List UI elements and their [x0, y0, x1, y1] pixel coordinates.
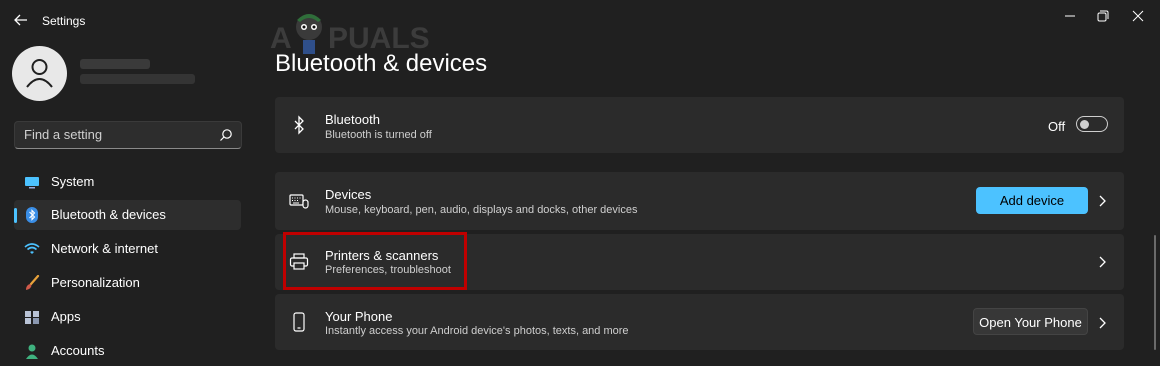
person-icon — [26, 59, 53, 88]
avatar[interactable] — [12, 46, 67, 101]
keyboard-mouse-icon — [289, 194, 309, 209]
sidebar-item-system[interactable]: System — [14, 167, 241, 197]
add-device-button[interactable]: Add device — [976, 187, 1088, 214]
close-icon[interactable] — [1128, 8, 1148, 24]
search-input[interactable]: Find a setting — [14, 121, 242, 149]
toggle-knob — [1080, 119, 1089, 129]
sidebar-item-label: Accounts — [51, 343, 105, 358]
bluetooth-icon — [26, 207, 38, 223]
phone-icon — [293, 312, 305, 332]
wifi-icon — [24, 243, 40, 254]
search-icon[interactable] — [219, 128, 233, 142]
open-your-phone-button[interactable]: Open Your Phone — [973, 308, 1088, 335]
bluetooth-icon — [294, 115, 304, 135]
sidebar-item-bluetooth-devices[interactable]: Bluetooth & devices — [14, 200, 241, 230]
profile-email-redacted — [80, 74, 195, 84]
chevron-right-icon — [1099, 256, 1106, 268]
sidebar-item-label: Apps — [51, 309, 81, 324]
bluetooth-toggle[interactable] — [1076, 116, 1108, 132]
monitor-icon — [25, 177, 39, 189]
apps-icon — [25, 311, 39, 324]
sidebar-item-accounts[interactable]: Accounts — [14, 336, 241, 366]
minimize-icon[interactable] — [1060, 8, 1080, 24]
bluetooth-card: Bluetooth Bluetooth is turned off Off — [275, 97, 1124, 153]
scrollbar[interactable] — [1154, 235, 1156, 350]
brush-icon — [26, 275, 40, 290]
appuals-watermark-logo: A PUALS — [270, 14, 430, 55]
your-phone-card[interactable]: Your Phone Instantly access your Android… — [275, 294, 1124, 350]
person-icon — [26, 344, 38, 359]
sidebar-item-label: Personalization — [51, 275, 140, 290]
sidebar-item-label: System — [51, 174, 95, 189]
sidebar-item-label: Network & internet — [51, 241, 158, 256]
back-arrow-icon[interactable] — [12, 11, 30, 29]
highlight-box — [283, 232, 467, 290]
card-title: Your Phone — [325, 309, 393, 324]
active-indicator — [14, 208, 17, 223]
search-placeholder: Find a setting — [24, 127, 103, 142]
page-title: Bluetooth & devices — [275, 50, 488, 77]
card-subtitle: Mouse, keyboard, pen, audio, displays an… — [325, 204, 638, 216]
card-subtitle: Bluetooth is turned off — [325, 129, 432, 141]
toggle-state-label: Off — [1048, 119, 1066, 134]
sidebar-item-personalization[interactable]: Personalization — [14, 268, 241, 298]
profile-name-redacted — [80, 59, 150, 69]
card-title: Devices — [325, 187, 372, 202]
restore-icon[interactable] — [1093, 8, 1113, 24]
card-subtitle: Instantly access your Android device's p… — [325, 325, 629, 337]
devices-card[interactable]: Devices Mouse, keyboard, pen, audio, dis… — [275, 172, 1124, 230]
chevron-right-icon — [1099, 195, 1106, 207]
sidebar-item-network[interactable]: Network & internet — [14, 234, 241, 264]
card-title: Bluetooth — [325, 112, 380, 127]
app-title: Settings — [42, 14, 86, 28]
sidebar-item-apps[interactable]: Apps — [14, 302, 241, 332]
sidebar-item-label: Bluetooth & devices — [51, 207, 166, 222]
chevron-right-icon — [1099, 317, 1106, 329]
title-bar: Settings — [0, 0, 1160, 40]
